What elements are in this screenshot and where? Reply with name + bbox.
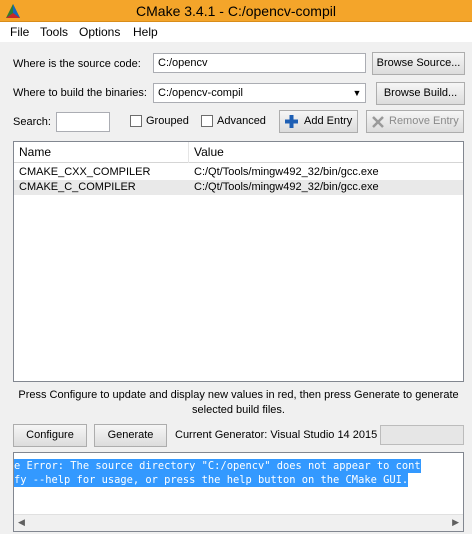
table-header: Name Value <box>14 142 463 163</box>
output-log[interactable]: e Error: The source directory "C:/opencv… <box>13 452 464 532</box>
grouped-checkbox[interactable] <box>130 115 142 127</box>
plus-icon <box>285 115 298 128</box>
x-icon <box>372 116 384 128</box>
generate-button[interactable]: Generate <box>94 424 167 447</box>
advanced-checkbox[interactable] <box>201 115 213 127</box>
menu-file[interactable]: File <box>10 25 29 39</box>
progress-bar <box>380 425 464 445</box>
window-title: CMake 3.4.1 - C:/opencv-compil <box>136 3 336 19</box>
scroll-left-icon[interactable]: ◀ <box>18 517 25 528</box>
row-value: C:/Qt/Tools/mingw492_32/bin/gcc.exe <box>194 166 379 178</box>
search-label: Search: <box>13 116 51 128</box>
row-value: C:/Qt/Tools/mingw492_32/bin/gcc.exe <box>194 181 379 193</box>
configure-hint-text: Press Configure to update and display ne… <box>13 388 464 418</box>
scroll-right-icon[interactable]: ▶ <box>452 517 459 528</box>
hint-line-2: selected build files. <box>192 404 285 416</box>
title-bar: CMake 3.4.1 - C:/opencv-compil <box>0 0 472 22</box>
output-line[interactable]: fy --help for usage, or press the help b… <box>14 473 409 487</box>
configure-button[interactable]: Configure <box>13 424 87 447</box>
output-line[interactable]: e Error: The source directory "C:/opencv… <box>14 459 421 473</box>
build-label: Where to build the binaries: <box>13 87 147 99</box>
current-generator-text: Current Generator: Visual Studio 14 2015 <box>175 429 378 441</box>
chevron-down-icon[interactable]: ▼ <box>349 84 365 102</box>
add-entry-button[interactable]: Add Entry <box>279 110 358 133</box>
menu-help[interactable]: Help <box>133 25 158 39</box>
hint-line-1: Press Configure to update and display ne… <box>18 389 459 401</box>
row-name: CMAKE_CXX_COMPILER <box>19 166 151 178</box>
browse-build-button[interactable]: Browse Build... <box>376 82 465 105</box>
cache-table[interactable]: Name Value CMAKE_CXX_COMPILER C:/Qt/Tool… <box>13 141 464 382</box>
remove-entry-label: Remove Entry <box>389 115 459 127</box>
table-row[interactable]: CMAKE_C_COMPILER C:/Qt/Tools/mingw492_32… <box>14 180 463 195</box>
table-row[interactable]: CMAKE_CXX_COMPILER C:/Qt/Tools/mingw492_… <box>14 165 463 180</box>
source-path-input[interactable]: C:/opencv <box>153 53 366 73</box>
remove-entry-button[interactable]: Remove Entry <box>366 110 464 133</box>
build-path-combo[interactable]: C:/opencv-compil ▼ <box>153 83 366 103</box>
advanced-label: Advanced <box>217 115 266 127</box>
menu-tools[interactable]: Tools <box>40 25 68 39</box>
menu-bar: File Tools Options Help <box>0 22 472 42</box>
search-input[interactable] <box>56 112 110 132</box>
source-label: Where is the source code: <box>13 58 141 70</box>
browse-source-button[interactable]: Browse Source... <box>372 52 465 75</box>
build-path-value: C:/opencv-compil <box>158 87 243 99</box>
column-header-value[interactable]: Value <box>189 142 464 163</box>
menu-options[interactable]: Options <box>79 25 120 39</box>
row-name: CMAKE_C_COMPILER <box>19 181 136 193</box>
add-entry-label: Add Entry <box>304 115 353 127</box>
grouped-label: Grouped <box>146 115 189 127</box>
horizontal-scrollbar[interactable]: ◀ ▶ <box>14 514 463 531</box>
column-header-name[interactable]: Name <box>14 142 189 163</box>
